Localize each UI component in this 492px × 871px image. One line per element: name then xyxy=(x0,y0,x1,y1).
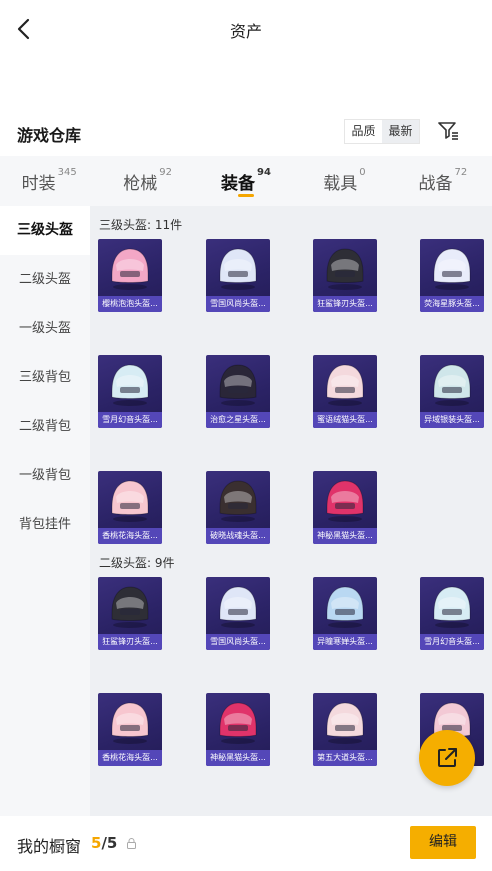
tab-count: 92 xyxy=(159,167,172,178)
item-name: 异域银装头盔... xyxy=(420,412,484,428)
tab-count: 345 xyxy=(57,167,77,178)
tab-fashion[interactable]: 时装345 xyxy=(0,156,98,206)
tab-guns[interactable]: 枪械92 xyxy=(98,156,196,206)
sidebar-item-level3-backpack[interactable]: 三级背包 xyxy=(0,353,90,402)
item-card[interactable]: 雪国风尚头盔... xyxy=(206,239,270,312)
item-name: 异瞳寒婵头盔... xyxy=(313,634,377,650)
tab-label: 载具 xyxy=(323,174,358,194)
share-icon xyxy=(438,748,457,767)
sidebar-item-level1-backpack[interactable]: 一级背包 xyxy=(0,451,90,500)
item-name: 荧海星豚头盔... xyxy=(420,296,484,312)
item-card[interactable]: 雪月幻音头盔... xyxy=(420,577,484,650)
share-button[interactable] xyxy=(419,730,475,786)
item-name: 雪月幻音头盔... xyxy=(420,634,484,650)
helmet-icon xyxy=(326,248,364,290)
helmet-icon xyxy=(111,586,149,628)
item-card[interactable]: 狂鲨锋刃头盔... xyxy=(98,577,162,650)
item-card[interactable]: 香桃花海头盔... xyxy=(98,693,162,766)
sidebar-item-level2-backpack[interactable]: 二级背包 xyxy=(0,402,90,451)
page-title: 资产 xyxy=(229,22,262,41)
item-name: 破晓战魂头盔... xyxy=(206,528,270,544)
showcase-count: 5/5 xyxy=(91,834,117,852)
item-name: 狂鲨锋刃头盔... xyxy=(313,296,377,312)
tab-count: 94 xyxy=(257,167,271,178)
showcase-label: 我的橱窗 xyxy=(17,837,82,856)
item-card[interactable]: 神秘黑猫头盔... xyxy=(313,471,377,544)
category-tabs: 时装345 枪械92 装备94 载具0 战备72 xyxy=(0,156,492,206)
showcase-total: 5 xyxy=(106,834,118,852)
helmet-icon xyxy=(219,248,257,290)
active-tab-indicator xyxy=(238,194,255,197)
showcase-current: 5 xyxy=(91,834,102,852)
sort-quality-button[interactable]: 品质 xyxy=(345,120,382,143)
lock-icon xyxy=(127,838,136,849)
item-name: 神秘黑猫头盔... xyxy=(206,750,270,766)
tab-label: 时装 xyxy=(21,174,56,194)
tab-count: 0 xyxy=(359,167,366,178)
helmet-icon xyxy=(326,364,364,406)
item-card[interactable]: 治愈之星头盔... xyxy=(206,355,270,428)
sort-latest-button[interactable]: 最新 xyxy=(382,120,419,143)
item-card[interactable]: 荧海星豚头盔... xyxy=(420,239,484,312)
sidebar-item-backpack-charm[interactable]: 背包挂件 xyxy=(0,500,90,549)
tab-equipment[interactable]: 装备94 xyxy=(197,156,295,206)
helmet-icon xyxy=(111,364,149,406)
sidebar-item-level3-helmet[interactable]: 三级头盔 xyxy=(0,206,90,255)
item-card[interactable]: 雪国风尚头盔... xyxy=(206,577,270,650)
bottom-bar: 我的橱窗 5/5 编辑 xyxy=(0,816,492,871)
tab-label: 战备 xyxy=(418,174,453,194)
helmet-icon xyxy=(433,248,471,290)
item-name: 雪国风尚头盔... xyxy=(206,296,270,312)
item-card[interactable]: 破晓战魂头盔... xyxy=(206,471,270,544)
section-heading: 二级头盔: 9件 xyxy=(99,556,175,570)
item-grid: 三级头盔: 11件 二级头盔: 9件 樱桃泡泡头盔... 雪国风尚头盔... 狂鲨锋… xyxy=(90,206,492,816)
helmet-icon xyxy=(111,248,149,290)
helmet-icon xyxy=(219,702,257,744)
helmet-icon xyxy=(326,586,364,628)
item-name: 雪国风尚头盔... xyxy=(206,634,270,650)
helmet-icon xyxy=(219,364,257,406)
tab-label: 装备 xyxy=(221,174,256,194)
tab-vehicles[interactable]: 载具0 xyxy=(295,156,393,206)
item-name: 蜜语绒猫头盔... xyxy=(313,412,377,428)
item-card[interactable]: 香桃花海头盔... xyxy=(98,471,162,544)
assets-page: 资产 游戏仓库 品质 最新 时装345 枪械92 装备94 载具0 战备72 三… xyxy=(0,0,492,871)
item-name: 香桃花海头盔... xyxy=(98,750,162,766)
helmet-icon xyxy=(326,480,364,522)
item-name: 香桃花海头盔... xyxy=(98,528,162,544)
item-name: 第五大道头盔... xyxy=(313,750,377,766)
tab-label: 枪械 xyxy=(123,174,158,194)
tab-count: 72 xyxy=(454,167,468,178)
helmet-icon xyxy=(219,480,257,522)
item-name: 神秘黑猫头盔... xyxy=(313,528,377,544)
item-name: 樱桃泡泡头盔... xyxy=(98,296,162,312)
tab-gear[interactable]: 战备72 xyxy=(394,156,492,206)
item-card[interactable]: 神秘黑猫头盔... xyxy=(206,693,270,766)
item-card[interactable]: 异域银装头盔... xyxy=(420,355,484,428)
item-card[interactable]: 樱桃泡泡头盔... xyxy=(98,239,162,312)
helmet-icon xyxy=(111,702,149,744)
helmet-icon xyxy=(433,586,471,628)
helmet-icon xyxy=(326,702,364,744)
item-card[interactable]: 异瞳寒婵头盔... xyxy=(313,577,377,650)
sort-toggle: 品质 最新 xyxy=(344,119,420,144)
helmet-icon xyxy=(433,364,471,406)
sidebar-item-level1-helmet[interactable]: 一级头盔 xyxy=(0,304,90,353)
helmet-icon xyxy=(111,480,149,522)
item-name: 雪月幻音头盔... xyxy=(98,412,162,428)
edit-button[interactable]: 编辑 xyxy=(410,826,476,859)
item-card[interactable]: 狂鲨锋刃头盔... xyxy=(313,239,377,312)
item-card[interactable]: 雪月幻音头盔... xyxy=(98,355,162,428)
item-card[interactable]: 第五大道头盔... xyxy=(313,693,377,766)
top-bar: 资产 xyxy=(0,0,492,58)
item-name: 狂鲨锋刃头盔... xyxy=(98,634,162,650)
section-heading: 三级头盔: 11件 xyxy=(99,218,183,232)
helmet-icon xyxy=(219,586,257,628)
item-card[interactable]: 蜜语绒猫头盔... xyxy=(313,355,377,428)
sidebar-item-level2-helmet[interactable]: 二级头盔 xyxy=(0,255,90,304)
warehouse-title: 游戏仓库 xyxy=(17,126,82,145)
item-name: 治愈之星头盔... xyxy=(206,412,270,428)
subcategory-sidebar: 三级头盔 二级头盔 一级头盔 三级背包 二级背包 一级背包 背包挂件 xyxy=(0,206,90,816)
filter-icon[interactable] xyxy=(436,119,460,143)
